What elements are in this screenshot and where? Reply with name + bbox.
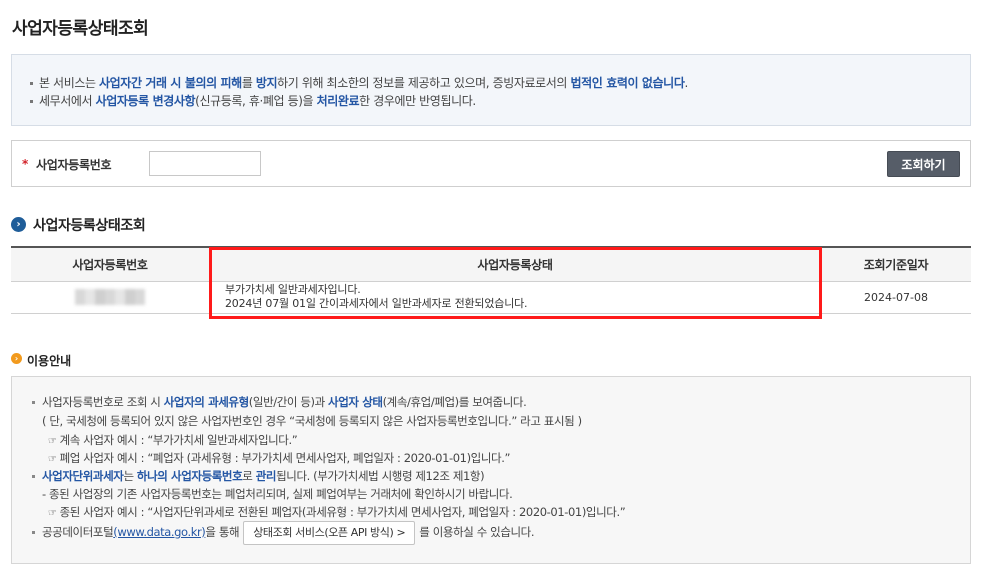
body-text: 로: [242, 469, 256, 483]
search-form: * 사업자등록번호 조회하기: [11, 140, 971, 187]
bullet-icon: [32, 401, 35, 404]
emphasis-text: 사업자 상태: [328, 395, 383, 409]
business-number-cell: [11, 281, 209, 314]
portal-text-suffix: 를 이용하실 수 있습니다.: [419, 525, 535, 539]
body-text: 하기 위해 최소한의 정보를 제공하고 있으며, 증빙자료로서의: [277, 76, 571, 90]
emphasis-text: 처리완료: [316, 94, 360, 108]
table-row: 부가가치세 일반과세자입니다. 2024년 07월 01일 간이과세자에서 일반…: [11, 281, 971, 314]
info-orange-dot-icon: ›: [11, 353, 22, 364]
info-line-6: - 종된 사업장의 기존 사업자등록번호는 폐업처리되며, 실제 폐업여부는 거…: [42, 487, 513, 501]
body-text: 됩니다. (부가가치세법 시행령 제12조 제1항): [276, 469, 485, 483]
emphasis-text: 사업자단위과세자: [42, 469, 124, 483]
status-cell: 부가가치세 일반과세자입니다. 2024년 07월 01일 간이과세자에서 일반…: [209, 281, 821, 314]
status-line-1: 부가가치세 일반과세자입니다.: [225, 283, 361, 296]
info-line-4: ☞ 폐업 사업자 예시 : “폐업자 (과세유형 : 부가가치세 면세사업자, 폐…: [48, 451, 511, 465]
redacted-business-number: [75, 289, 145, 305]
business-number-label: 사업자등록번호: [36, 158, 112, 172]
open-api-service-button[interactable]: 상태조회 서비스(오픈 API 방식) >: [243, 520, 416, 545]
page-title: 사업자등록상태조회: [12, 19, 149, 39]
column-header-status: 사업자등록상태: [209, 246, 821, 282]
body-text: 한 경우에만 반영됩니다.: [359, 94, 476, 108]
emphasis-text: 사업자등록 변경사항: [95, 94, 196, 108]
info-line-7: ☞ 종된 사업자 예시 : “사업자단위과세로 전환된 폐업자(과세유형 : 부가…: [48, 505, 626, 519]
info-line-5: 사업자단위과세자는 하나의 사업자등록번호로 관리됩니다. (부가가치세법 시행…: [32, 468, 485, 484]
notice-box: 본 서비스는 사업자간 거래 시 불의의 피해를 방지하기 위해 최소한의 정보…: [11, 54, 971, 126]
body-text: (신규등록, 휴·폐업 등)을: [195, 94, 317, 108]
body-text: .: [684, 76, 688, 90]
pointing-hand-icon: ☞: [48, 454, 57, 465]
body-text: 사업자등록번호로 조회 시: [42, 395, 164, 409]
body-text: 를: [241, 76, 256, 90]
bullet-icon: [32, 531, 35, 534]
circle-arrow-right-icon: ›: [11, 217, 26, 232]
pointing-hand-icon: ☞: [48, 436, 57, 447]
body-text: (일반/간이 등)과: [248, 395, 329, 409]
bullet-icon: [32, 475, 35, 478]
bullet-icon: [30, 100, 33, 103]
column-header-business-number: 사업자등록번호: [11, 246, 209, 282]
notice-line-1: 본 서비스는 사업자간 거래 시 불의의 피해를 방지하기 위해 최소한의 정보…: [30, 74, 688, 91]
info-line-8: 공공데이터포털(www.data.go.kr)을 통해 상태조회 서비스(오픈 A…: [32, 520, 535, 545]
bullet-icon: [30, 82, 33, 85]
pointing-hand-icon: ☞: [48, 508, 57, 519]
emphasis-text: 방지: [255, 76, 278, 90]
body-text: 는: [123, 469, 137, 483]
search-button[interactable]: 조회하기: [887, 151, 960, 177]
emphasis-text: 사업자의 과세유형: [163, 395, 249, 409]
date-cell: 2024-07-08: [821, 281, 971, 314]
emphasis-text: 관리: [255, 469, 277, 483]
info-line-3: ☞ 계속 사업자 예시 : “부가가치세 일반과세자입니다.”: [48, 433, 298, 447]
emphasis-text: 하나의 사업자등록번호: [136, 469, 243, 483]
emphasis-text: 사업자간 거래 시 불의의 피해: [99, 76, 242, 90]
result-table: 사업자등록번호 사업자등록상태 조회기준일자 부가가치세 일반과세자입니다. 2…: [11, 246, 971, 314]
portal-text: 공공데이터포털: [42, 525, 114, 539]
info-box: 사업자등록번호로 조회 시 사업자의 과세유형(일반/간이 등)과 사업자 상태…: [11, 376, 971, 564]
business-number-input[interactable]: [149, 151, 261, 176]
info-section-title: 이용안내: [27, 354, 72, 368]
status-line-2: 2024년 07월 01일 간이과세자에서 일반과세자로 전환되었습니다.: [225, 297, 528, 310]
body-text: (계속/휴업/폐업)를 보여줍니다.: [382, 395, 527, 409]
column-header-date: 조회기준일자: [821, 246, 971, 282]
body-text: 본 서비스는: [39, 76, 100, 90]
info-line-2: ( 단, 국세청에 등록되어 있지 않은 사업자번호인 경우 “국세청에 등록되…: [42, 414, 582, 428]
required-mark: *: [22, 157, 29, 171]
info-line-1: 사업자등록번호로 조회 시 사업자의 과세유형(일반/간이 등)과 사업자 상태…: [32, 394, 527, 410]
result-section-title: 사업자등록상태조회: [33, 218, 146, 234]
notice-line-2: 세무서에서 사업자등록 변경사항(신규등록, 휴·폐업 등)을 처리완료한 경우…: [30, 92, 476, 109]
data-portal-link[interactable]: (www.data.go.kr): [113, 525, 206, 539]
body-text: 세무서에서: [39, 94, 96, 108]
portal-text-mid: 을 통해: [205, 525, 240, 539]
emphasis-text: 법적인 효력이 없습니다: [570, 76, 685, 90]
